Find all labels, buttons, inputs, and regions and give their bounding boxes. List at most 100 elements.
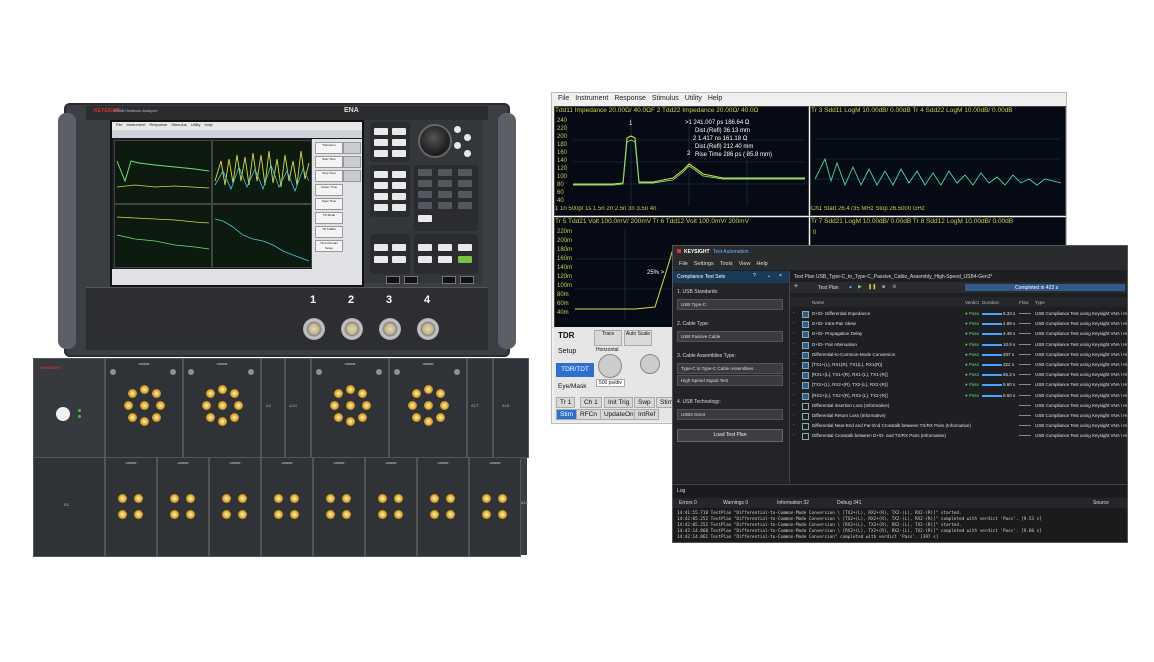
sma-connector[interactable] <box>394 510 403 519</box>
row-checkbox[interactable] <box>802 311 809 318</box>
port-connector-2[interactable] <box>341 318 363 340</box>
key-preset[interactable] <box>374 128 388 135</box>
column-type[interactable]: Type <box>1035 300 1045 305</box>
row-checkbox[interactable] <box>802 321 809 329</box>
row-checkbox[interactable] <box>802 392 809 400</box>
key-power[interactable] <box>392 244 406 251</box>
sma-connector[interactable] <box>218 401 227 410</box>
sma-connector[interactable] <box>238 510 247 519</box>
row-expander-icon[interactable]: ◦ <box>793 341 795 346</box>
row-expander-icon[interactable]: ◦ <box>793 371 795 376</box>
tdr-menu-help[interactable]: Help <box>708 95 722 102</box>
sma-connector[interactable] <box>274 494 283 503</box>
tdr-menu-instrument[interactable]: Instrument <box>575 95 608 102</box>
key-undo[interactable] <box>458 244 472 251</box>
softkey-td-trabar[interactable]: TD TraBar <box>315 226 343 238</box>
key-8[interactable] <box>438 169 452 176</box>
table-row[interactable]: ◦ [TX2+(L), RX2+(R), TX2-(L), RX2-(R)] ● P… <box>790 380 1127 390</box>
softkey-side-2[interactable] <box>343 156 361 168</box>
tab-swp[interactable]: Swp <box>634 397 655 408</box>
ta-menu-tools[interactable]: Tools <box>720 261 733 267</box>
sma-connector[interactable] <box>230 413 239 422</box>
key-search[interactable] <box>392 204 406 211</box>
row-checkbox[interactable] <box>802 341 809 349</box>
usb-standards-select[interactable]: USB Type-C <box>677 299 783 310</box>
key-0[interactable] <box>418 202 432 209</box>
tab-update-on[interactable]: UpdateOn <box>600 409 638 420</box>
auto-scale-button[interactable]: Auto Scale <box>624 330 652 346</box>
ta-menu-help[interactable]: Help <box>756 261 767 267</box>
key-help[interactable] <box>438 256 452 263</box>
sma-connector[interactable] <box>152 389 161 398</box>
sma-connector[interactable] <box>378 494 387 503</box>
sma-connector[interactable] <box>206 413 215 422</box>
key-cal[interactable] <box>392 193 406 200</box>
sma-connector[interactable] <box>170 510 179 519</box>
sma-connector[interactable] <box>498 510 507 519</box>
time-per-div-field[interactable]: 500 ps/div <box>596 379 625 387</box>
sma-connector[interactable] <box>430 510 439 519</box>
sma-connector[interactable] <box>152 413 161 422</box>
row-expander-icon[interactable]: ◦ <box>793 330 795 335</box>
tab-int-ref[interactable]: IntRef <box>634 409 660 420</box>
table-row[interactable]: ◦ Differential Insertion Loss (Informativ… <box>790 401 1127 411</box>
tdr-menu-response[interactable]: Response <box>614 95 646 102</box>
matrix-power-button[interactable] <box>56 407 70 421</box>
table-row[interactable]: ◦ [RX1+(L), TX1+(R), RX1-(L), TX1-(R)] ● P… <box>790 370 1127 380</box>
tdr-menu-utility[interactable]: Utility <box>685 95 702 102</box>
key-avg-bw[interactable] <box>374 193 388 200</box>
softkey-stop-time[interactable]: Stop Time <box>315 170 343 182</box>
sma-connector[interactable] <box>274 510 283 519</box>
row-checkbox[interactable] <box>802 402 809 410</box>
key-setup[interactable] <box>392 150 406 157</box>
row-expander-icon[interactable]: ◦ <box>793 432 795 437</box>
row-expander-icon[interactable]: ◦ <box>793 402 795 407</box>
settings-icon[interactable]: ⚙ <box>892 284 896 290</box>
table-row[interactable]: ◦ [RX2+(L), TX2+(R), RX2-(L), TX2-(R)] ● P… <box>790 391 1127 401</box>
key-display[interactable] <box>374 150 388 157</box>
sma-connector[interactable] <box>222 510 231 519</box>
sma-connector[interactable] <box>134 510 143 519</box>
sma-connector[interactable] <box>482 510 491 519</box>
column-name[interactable]: Name <box>812 300 824 305</box>
key-trace[interactable] <box>374 139 388 146</box>
eye-mask-tab[interactable]: Eye/Mask <box>558 383 587 390</box>
rotary-knob[interactable] <box>418 124 452 158</box>
row-checkbox[interactable] <box>802 331 809 339</box>
row-checkbox[interactable] <box>802 423 809 431</box>
sma-connector[interactable] <box>412 389 421 398</box>
usb-port-4[interactable] <box>460 276 474 284</box>
port-connector-1[interactable] <box>303 318 325 340</box>
row-checkbox[interactable] <box>802 351 809 359</box>
information-filter[interactable]: Information 32 <box>777 500 809 506</box>
run-icon[interactable]: ▶ <box>858 284 862 290</box>
row-expander-icon[interactable]: ◦ <box>793 310 795 315</box>
table-row[interactable]: ◦ [TX1+(L), RX1(R), TX1(L), RX1(R)] ● Pass… <box>790 360 1127 370</box>
softkey-side-1[interactable] <box>343 142 361 154</box>
key-scale[interactable] <box>374 182 388 189</box>
add-icon[interactable]: + <box>794 283 798 290</box>
sma-connector[interactable] <box>346 401 355 410</box>
sma-connector[interactable] <box>430 494 439 503</box>
sma-connector[interactable] <box>170 494 179 503</box>
key-system[interactable] <box>418 256 432 263</box>
sma-connector[interactable] <box>128 389 137 398</box>
tab-init-trig[interactable]: Init Trig <box>604 397 634 408</box>
sma-connector[interactable] <box>140 417 149 426</box>
sma-connector[interactable] <box>358 389 367 398</box>
sma-connector[interactable] <box>128 413 137 422</box>
tdr-impedance-pane[interactable]: Tdd11 Impedance 20.00Ω/ 40.0ΩF 2 Tdd22 I… <box>554 106 809 216</box>
row-expander-icon[interactable]: ◦ <box>793 320 795 325</box>
table-row[interactable]: ◦ Differential-to-Common-Mode Conversion ●… <box>790 350 1127 360</box>
softkey-side-3[interactable] <box>343 170 361 182</box>
tdr-menu-file[interactable]: File <box>558 95 569 102</box>
errors-filter[interactable]: Errors 0 <box>679 500 697 506</box>
sma-connector[interactable] <box>378 510 387 519</box>
table-row[interactable]: ◦ D+/D- Intra-Pair Skew ● Pass 4.89 s USB Co… <box>790 319 1127 329</box>
softkey-td-mode[interactable]: TD Mode <box>315 212 343 224</box>
trace-button[interactable]: Trace <box>594 330 622 346</box>
ta-menu-settings[interactable]: Settings <box>694 261 714 267</box>
debug-filter[interactable]: Debug 341 <box>837 500 861 506</box>
sma-connector[interactable] <box>206 389 215 398</box>
key-6[interactable] <box>458 180 472 187</box>
